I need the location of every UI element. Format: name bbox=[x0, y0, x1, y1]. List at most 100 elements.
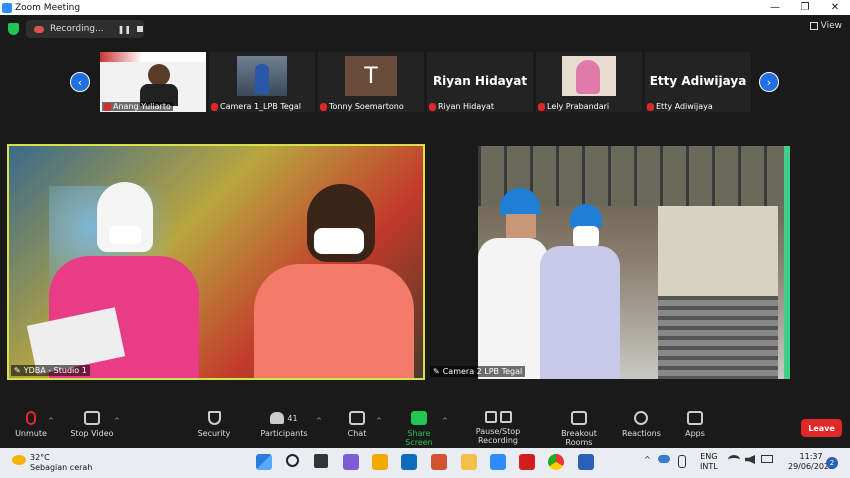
participant-head bbox=[148, 64, 170, 86]
meeting-topbar: Recording... ❚❚ View bbox=[0, 15, 850, 43]
view-button[interactable]: View bbox=[809, 21, 842, 31]
face-mask bbox=[314, 228, 364, 254]
zoom-app-icon bbox=[2, 2, 12, 13]
speaker-icon[interactable] bbox=[745, 455, 755, 464]
start-icon[interactable] bbox=[256, 454, 272, 470]
tray-overflow-caret[interactable]: ^ bbox=[644, 455, 651, 464]
minimize-button[interactable]: — bbox=[760, 2, 790, 13]
security-button[interactable]: Security bbox=[196, 411, 232, 438]
partly-sunny-icon bbox=[12, 455, 26, 465]
participant-name: Lely Prabandari bbox=[538, 102, 609, 111]
person-coral-shirt bbox=[254, 264, 414, 378]
share-screen-button[interactable]: Share Screen bbox=[393, 411, 445, 447]
video-active-speaker[interactable]: ✎ YDBA - Studio 1 bbox=[7, 144, 425, 380]
worker-face bbox=[506, 214, 536, 238]
weather-widget[interactable]: 32°C Sebagian cerah bbox=[12, 453, 92, 473]
face-mask bbox=[573, 226, 599, 248]
participant-figure bbox=[576, 60, 600, 94]
participant-thumb[interactable]: Anang Yuliarto bbox=[100, 52, 206, 112]
worker-batik-shirt bbox=[540, 246, 620, 379]
chat-bubble-icon bbox=[349, 411, 365, 425]
video-options-caret[interactable]: ^ bbox=[114, 417, 120, 425]
weather-temp: 32°C bbox=[30, 453, 50, 462]
webinar-banner bbox=[100, 52, 206, 62]
participants-button[interactable]: 41 Participants bbox=[260, 411, 308, 438]
meeting-toolbar: Unmute ^ Stop Video ^ Security 41 Partic… bbox=[0, 405, 850, 447]
maximize-button[interactable]: ❐ bbox=[790, 2, 820, 13]
language-indicator[interactable]: ENG INTL bbox=[700, 452, 718, 472]
apps-button[interactable]: Apps bbox=[682, 411, 708, 438]
participant-thumb[interactable]: Lely Prabandari bbox=[536, 52, 642, 112]
file-explorer-icon[interactable] bbox=[461, 454, 477, 470]
participant-name: Etty Adiwijaya bbox=[647, 102, 713, 111]
mic-muted-icon bbox=[26, 411, 36, 425]
encryption-shield-icon[interactable] bbox=[8, 23, 19, 35]
chat-button[interactable]: Chat bbox=[343, 411, 371, 438]
search-icon[interactable] bbox=[286, 454, 299, 467]
acrobat-icon[interactable] bbox=[519, 454, 535, 470]
audio-options-caret[interactable]: ^ bbox=[48, 417, 54, 425]
breakout-rooms-button[interactable]: Breakout Rooms bbox=[547, 411, 611, 447]
recording-indicator: Recording... ❚❚ bbox=[26, 20, 144, 38]
smiley-icon bbox=[634, 411, 648, 425]
pin-icon: ✎ bbox=[14, 366, 21, 375]
participant-thumb[interactable]: Etty Adiwijaya Etty Adiwijaya bbox=[645, 52, 751, 112]
grid-icon bbox=[809, 22, 818, 30]
participant-thumb[interactable]: Riyan Hidayat Riyan Hidayat bbox=[427, 52, 533, 112]
mic-muted-icon bbox=[104, 102, 111, 111]
apps-icon bbox=[687, 411, 703, 425]
strip-next-arrow[interactable]: › bbox=[759, 72, 779, 92]
participant-thumb[interactable]: Camera 1_LPB Tegal bbox=[209, 52, 315, 112]
strip-prev-arrow[interactable]: ‹ bbox=[70, 72, 90, 92]
pause-icon bbox=[484, 411, 497, 423]
face-mask bbox=[109, 226, 141, 244]
participant-avatar-letter: T bbox=[345, 56, 397, 96]
video-camera-2[interactable] bbox=[478, 146, 790, 379]
weather-desc: Sebagian cerah bbox=[30, 463, 93, 472]
worker-white-shirt bbox=[478, 238, 548, 379]
teams-chat-icon[interactable] bbox=[343, 454, 359, 470]
mic-muted-icon bbox=[320, 102, 327, 111]
participant-name: Camera 1_LPB Tegal bbox=[211, 102, 301, 111]
shield-icon bbox=[207, 411, 221, 425]
battery-icon[interactable] bbox=[761, 455, 773, 463]
video-camera-icon bbox=[84, 411, 100, 425]
chrome-icon[interactable] bbox=[548, 454, 564, 470]
participants-count: 41 bbox=[287, 413, 298, 423]
window-title: Zoom Meeting bbox=[15, 2, 81, 13]
pause-stop-recording-button[interactable]: Pause/Stop Recording bbox=[456, 411, 540, 445]
zoom-taskbar-icon[interactable] bbox=[490, 454, 506, 470]
close-button[interactable]: ✕ bbox=[820, 2, 850, 13]
wifi-icon[interactable] bbox=[728, 455, 740, 464]
video-name-label: ✎ Camera 2 LPB Tegal bbox=[430, 366, 526, 377]
stop-recording-icon[interactable] bbox=[137, 26, 144, 32]
participant-name: Tonny Soemartono bbox=[320, 102, 404, 111]
cloud-recording-icon bbox=[34, 25, 44, 33]
chat-options-caret[interactable]: ^ bbox=[376, 417, 382, 425]
mic-muted-icon bbox=[647, 102, 654, 111]
recording-label: Recording... bbox=[50, 24, 104, 34]
window-titlebar: Zoom Meeting — ❐ ✕ bbox=[0, 0, 850, 15]
reactions-button[interactable]: Reactions bbox=[622, 411, 661, 438]
powerpoint-icon[interactable] bbox=[431, 454, 447, 470]
microphone-icon[interactable] bbox=[678, 455, 686, 468]
participants-options-caret[interactable]: ^ bbox=[316, 417, 322, 425]
unmute-button[interactable]: Unmute bbox=[14, 411, 48, 438]
pause-recording-icon[interactable]: ❚❚ bbox=[118, 25, 131, 34]
task-view-icon[interactable] bbox=[314, 454, 328, 468]
share-options-caret[interactable]: ^ bbox=[442, 417, 448, 425]
mic-muted-icon bbox=[538, 102, 545, 111]
onedrive-icon[interactable] bbox=[658, 455, 670, 463]
windows-taskbar: 32°C Sebagian cerah ^ ENG INTL 11:37 29/… bbox=[0, 448, 850, 478]
notification-badge[interactable]: 2 bbox=[826, 457, 838, 469]
breakout-rooms-icon bbox=[571, 411, 587, 425]
snipping-tool-icon[interactable] bbox=[372, 454, 388, 470]
blue-hardhat bbox=[570, 204, 602, 228]
leave-button[interactable]: Leave bbox=[801, 419, 842, 437]
participant-name: Riyan Hidayat bbox=[429, 102, 494, 111]
participant-name: Anang Yuliarto bbox=[102, 102, 173, 111]
participant-thumb[interactable]: T Tonny Soemartono bbox=[318, 52, 424, 112]
outlook-icon[interactable] bbox=[401, 454, 417, 470]
word-icon[interactable] bbox=[578, 454, 594, 470]
stop-video-button[interactable]: Stop Video bbox=[69, 411, 115, 438]
